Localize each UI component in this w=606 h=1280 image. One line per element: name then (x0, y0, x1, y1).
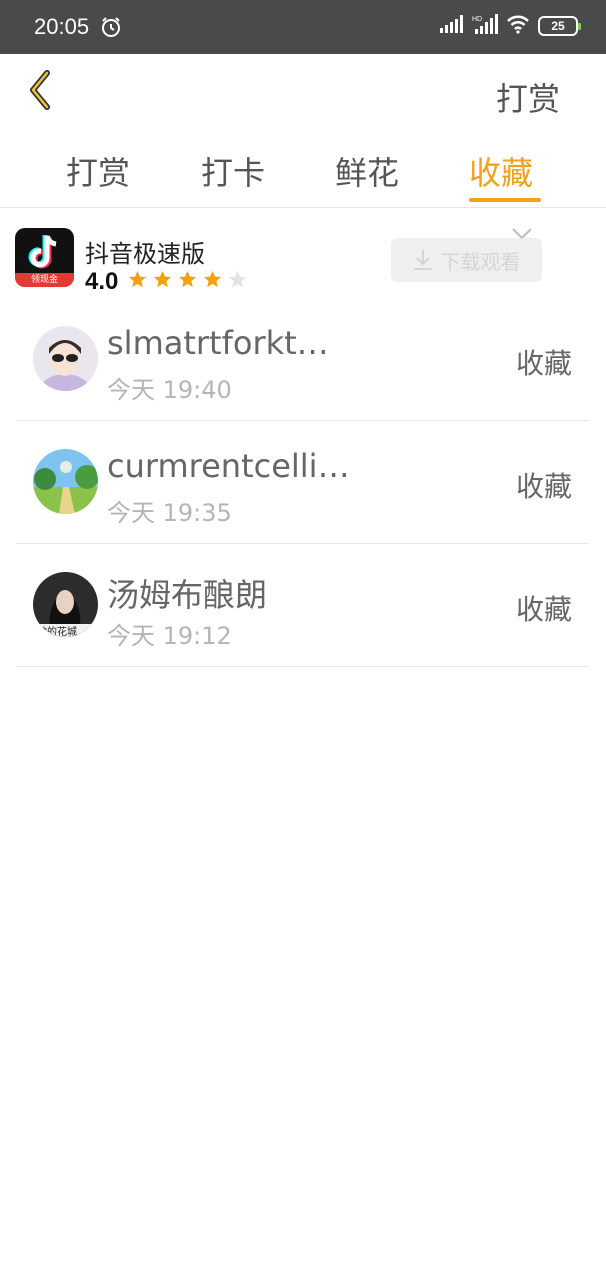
signal-icon (440, 15, 464, 37)
timestamp: 今天 19:40 (107, 376, 232, 404)
app-logo-tag: 领现金 (15, 273, 74, 287)
username: slmatrtforkt… (107, 324, 329, 362)
ad-rating: 4.0 (85, 268, 119, 295)
alarm-icon (100, 16, 122, 38)
avatar[interactable] (33, 326, 98, 391)
active-tab-indicator (469, 198, 541, 202)
star-filled-icon (153, 270, 172, 288)
tab-reward[interactable]: 打赏 (66, 148, 130, 194)
battery-level: 25 (551, 19, 565, 33)
chevron-left-icon (30, 70, 50, 110)
tab-favorites[interactable]: 收藏 (469, 148, 533, 194)
list-item[interactable]: slmatrtforkt… 今天 19:40 收藏 (16, 298, 589, 421)
ad-app-name: 抖音极速版 (85, 240, 205, 268)
rating-stars (128, 270, 247, 289)
battery-icon: 25 (538, 16, 581, 36)
favorites-list: slmatrtforkt… 今天 19:40 收藏 curmrentcelli…… (16, 298, 589, 667)
status-icons: HD 25 (440, 14, 581, 38)
timestamp: 今天 19:35 (107, 499, 232, 527)
tiktok-logo-icon (28, 235, 57, 269)
star-empty-icon (228, 270, 247, 288)
timestamp: 今天 19:12 (107, 622, 232, 650)
list-item[interactable]: 她的花城 汤姆布酿朗 今天 19:12 收藏 (16, 544, 589, 667)
star-filled-icon (128, 270, 147, 288)
tab-checkin[interactable]: 打卡 (201, 148, 265, 194)
avatar[interactable] (33, 449, 98, 514)
status-time: 20:05 (34, 14, 90, 39)
favorite-button[interactable]: 收藏 (516, 465, 572, 505)
favorite-button[interactable]: 收藏 (516, 342, 572, 382)
app-logo: 领现金 (15, 228, 74, 287)
favorite-button[interactable]: 收藏 (516, 588, 572, 628)
list-item[interactable]: curmrentcelli… 今天 19:35 收藏 (16, 421, 589, 544)
hd-signal-icon: HD (472, 14, 498, 38)
ad-download-label: 下载观看 (440, 249, 521, 274)
username: 汤姆布酿朗 (107, 576, 268, 614)
svg-text:HD: HD (472, 16, 482, 23)
wifi-icon (506, 14, 530, 38)
username: curmrentcelli… (107, 447, 350, 485)
download-icon (413, 250, 432, 270)
back-button[interactable] (18, 68, 62, 112)
avatar[interactable]: 她的花城 (33, 572, 98, 637)
ad-download-button[interactable]: 下载观看 (391, 238, 542, 282)
status-bar: 20:05 HD 25 (0, 0, 606, 54)
star-filled-icon (203, 270, 222, 288)
star-filled-icon (178, 270, 197, 288)
tab-bar: 打赏 打卡 鲜花 收藏 (0, 128, 606, 208)
tab-flowers[interactable]: 鲜花 (335, 148, 399, 194)
svg-text:她的花城: 她的花城 (37, 625, 77, 637)
reward-button[interactable]: 打赏 (496, 74, 560, 120)
header: 打赏 (0, 54, 606, 128)
